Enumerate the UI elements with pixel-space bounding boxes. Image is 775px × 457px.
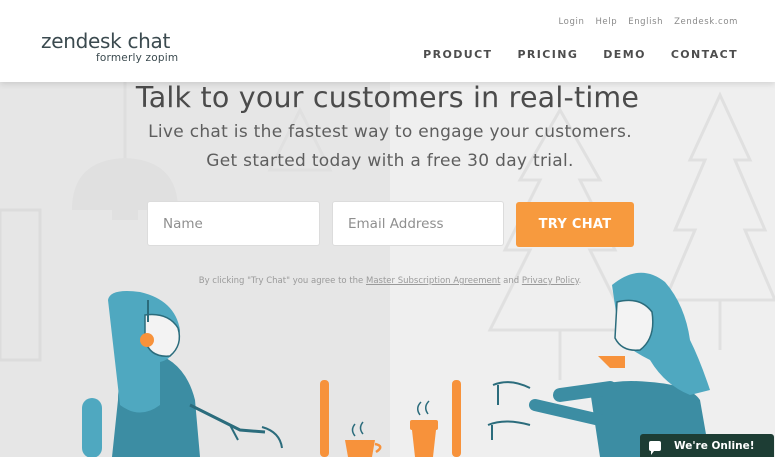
live-chat-widget[interactable]: We're Online! <box>640 434 774 457</box>
email-input[interactable] <box>332 201 504 246</box>
terms-disclaimer: By clicking "Try Chat" you agree to the … <box>0 276 775 286</box>
disclaimer-prefix: By clicking "Try Chat" you agree to the <box>198 276 364 286</box>
nav-demo[interactable]: DEMO <box>603 48 646 61</box>
coffee-cup-icon <box>345 421 382 457</box>
hero-headline: Talk to your customers in real-time <box>135 81 640 114</box>
nav-contact[interactable]: CONTACT <box>671 48 738 61</box>
disclaimer-and: and <box>503 276 520 286</box>
zendesk-com-link[interactable]: Zendesk.com <box>674 17 738 27</box>
master-subscription-agreement-link[interactable]: Master Subscription Agreement <box>366 276 500 286</box>
chair-back <box>82 398 102 457</box>
logo-tagline: formerly zopim <box>96 52 179 64</box>
chat-widget-label: We're Online! <box>674 439 755 452</box>
pipe <box>598 356 625 368</box>
utility-nav: Login Help English Zendesk.com <box>559 17 739 27</box>
speech-bubble-icon <box>649 440 661 455</box>
name-input[interactable] <box>147 201 320 246</box>
login-link[interactable]: Login <box>559 17 585 27</box>
support-agent-illustration <box>108 291 283 457</box>
logo-wordmark: zendesk chat <box>41 29 171 53</box>
customer-illustration <box>487 272 710 457</box>
hero-subheadline-2: Get started today with a free 30 day tri… <box>206 151 574 171</box>
zendesk-chat-logo[interactable]: zendesk chat formerly zopim <box>41 30 178 64</box>
desk-post-right <box>452 380 461 457</box>
try-chat-button[interactable]: TRY CHAT <box>516 202 634 247</box>
nav-pricing[interactable]: PRICING <box>517 48 578 61</box>
desk-post-left <box>320 380 329 457</box>
privacy-policy-link[interactable]: Privacy Policy <box>522 276 579 286</box>
language-link[interactable]: English <box>628 17 663 27</box>
headset-mic <box>140 333 154 347</box>
help-link[interactable]: Help <box>595 17 617 27</box>
nav-product[interactable]: PRODUCT <box>423 48 492 61</box>
hero-subheadline-1: Live chat is the fastest way to engage y… <box>148 122 632 142</box>
site-header: zendesk chat formerly zopim Login Help E… <box>0 0 775 82</box>
takeaway-cup-icon <box>410 400 438 457</box>
main-nav: PRODUCT PRICING DEMO CONTACT <box>423 48 738 61</box>
disclaimer-suffix: . <box>578 276 582 286</box>
